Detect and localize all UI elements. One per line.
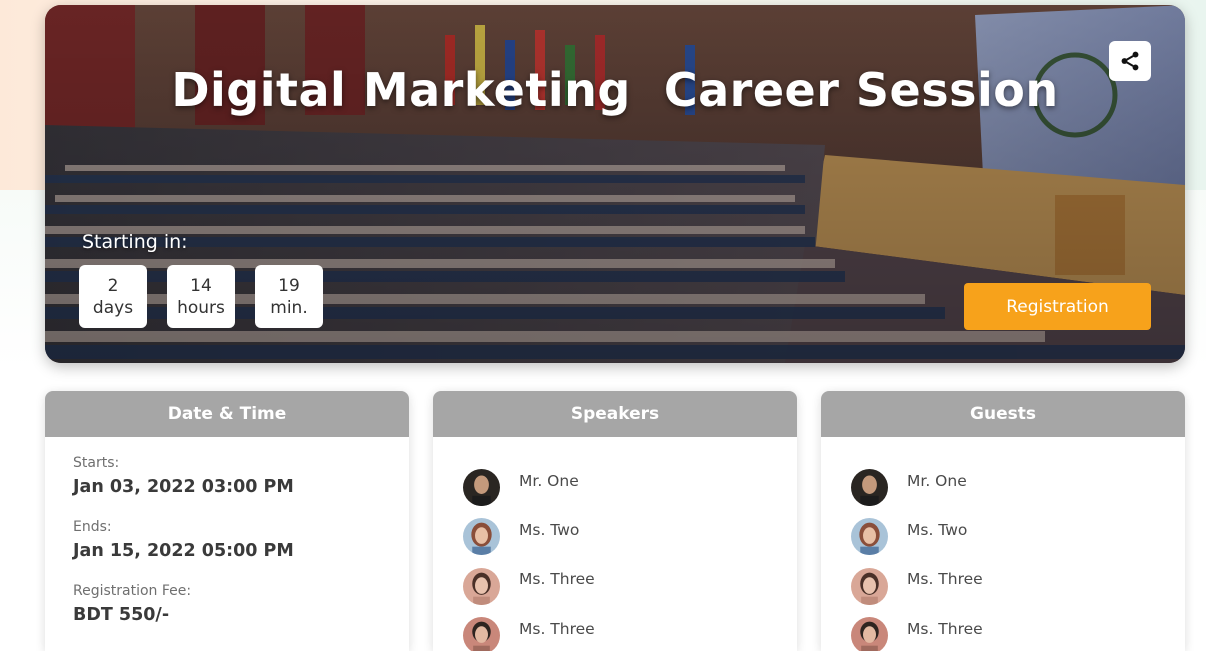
speakers-header: Speakers xyxy=(433,391,797,437)
speaker-item[interactable]: Ms. Three xyxy=(463,556,797,605)
speaker-name: Ms. Three xyxy=(519,570,595,589)
event-title: Digital Marketing Career Session xyxy=(171,63,1059,117)
guest-item[interactable]: Ms. Two xyxy=(851,506,1185,556)
countdown-minutes-unit: min. xyxy=(270,297,308,318)
ends-label: Ends: xyxy=(73,519,112,535)
speaker-avatar xyxy=(463,518,500,556)
guests-card: Guests Mr. One Ms. Two Ms. Three Ms. Thr… xyxy=(821,391,1185,651)
countdown-timer: 2 days 14 hours 19 min. xyxy=(79,265,323,328)
guest-name: Ms. Two xyxy=(907,520,968,539)
countdown-days: 2 days xyxy=(79,265,147,328)
starts-value: Jan 03, 2022 03:00 PM xyxy=(73,477,294,497)
registration-button[interactable]: Registration xyxy=(964,283,1151,330)
speaker-avatar xyxy=(463,469,500,507)
starting-in-label: Starting in: xyxy=(82,231,188,253)
registration-fee-value: BDT 550/- xyxy=(73,605,170,625)
countdown-minutes: 19 min. xyxy=(255,265,323,328)
speakers-card: Speakers Mr. One Ms. Two Ms. Three Ms. T… xyxy=(433,391,797,651)
guests-list: Mr. One Ms. Two Ms. Three Ms. Three xyxy=(821,437,1185,651)
speakers-list: Mr. One Ms. Two Ms. Three Ms. Three xyxy=(433,437,797,651)
speaker-item[interactable]: Ms. Two xyxy=(463,506,797,556)
speaker-name: Mr. One xyxy=(519,471,579,490)
guests-header: Guests xyxy=(821,391,1185,437)
countdown-minutes-value: 19 xyxy=(278,275,300,296)
guest-name: Ms. Three xyxy=(907,570,983,589)
starts-label: Starts: xyxy=(73,455,120,471)
ends-value: Jan 15, 2022 05:00 PM xyxy=(73,541,294,561)
event-hero-banner: Digital Marketing Career Session Startin… xyxy=(45,5,1185,363)
date-time-card: Date & Time Starts: Jan 03, 2022 03:00 P… xyxy=(45,391,409,651)
countdown-days-unit: days xyxy=(92,297,134,318)
guest-avatar xyxy=(851,518,888,556)
speaker-avatar xyxy=(463,567,500,605)
guest-item[interactable]: Ms. Three xyxy=(851,605,1185,651)
guest-name: Mr. One xyxy=(907,471,967,490)
speaker-item[interactable]: Ms. Three xyxy=(463,605,797,651)
countdown-hours: 14 hours xyxy=(167,265,235,328)
share-icon xyxy=(1121,51,1139,71)
guest-avatar xyxy=(851,567,888,605)
guest-avatar xyxy=(851,617,888,651)
speaker-avatar xyxy=(463,617,500,651)
countdown-hours-value: 14 xyxy=(190,275,212,296)
guest-avatar xyxy=(851,469,888,507)
guest-item[interactable]: Mr. One xyxy=(851,457,1185,507)
share-button[interactable] xyxy=(1109,41,1151,81)
date-time-header: Date & Time xyxy=(45,391,409,437)
registration-fee-label: Registration Fee: xyxy=(73,583,192,599)
countdown-days-value: 2 xyxy=(107,275,119,296)
countdown-hours-unit: hours xyxy=(177,297,225,318)
guest-item[interactable]: Ms. Three xyxy=(851,556,1185,605)
speaker-name: Ms. Two xyxy=(519,520,580,539)
speaker-item[interactable]: Mr. One xyxy=(463,457,797,507)
speaker-name: Ms. Three xyxy=(519,619,595,638)
guest-name: Ms. Three xyxy=(907,619,983,638)
